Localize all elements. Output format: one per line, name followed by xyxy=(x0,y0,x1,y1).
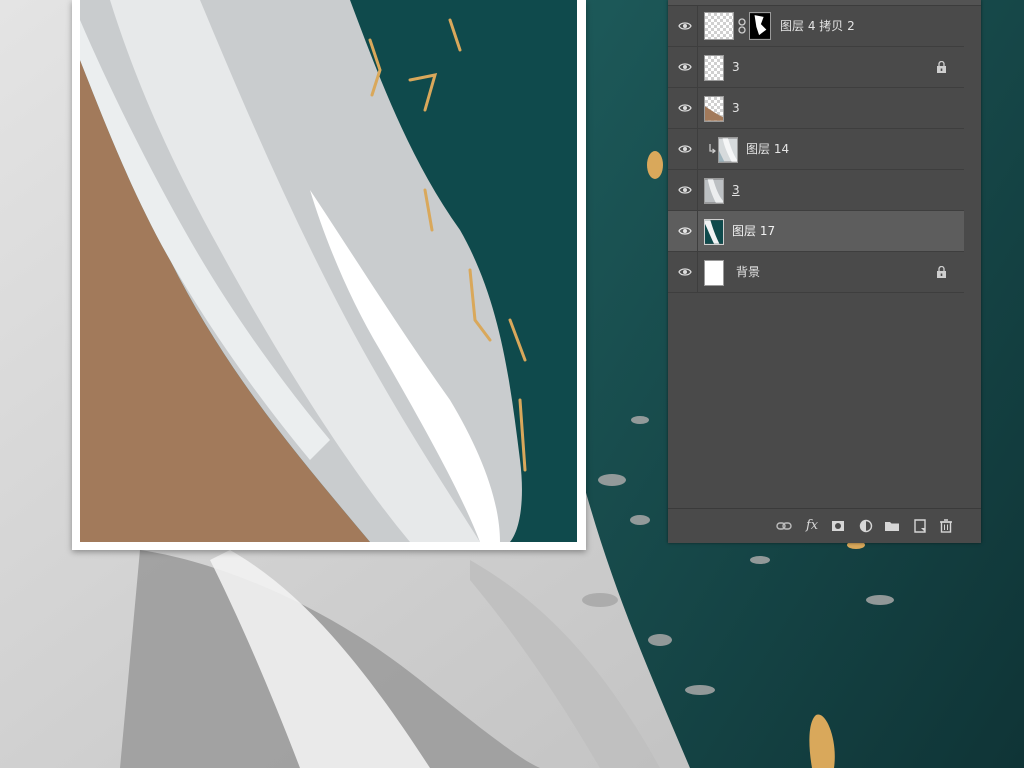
layer-thumbnail[interactable] xyxy=(704,12,734,40)
layer-mask-thumbnail[interactable] xyxy=(749,12,771,40)
eye-icon[interactable] xyxy=(678,101,692,115)
delete-layer-icon[interactable] xyxy=(938,518,954,534)
adjustment-layer-icon[interactable] xyxy=(858,518,874,534)
layer-thumbnail[interactable] xyxy=(704,260,724,286)
layer-name[interactable]: 3 xyxy=(732,183,740,197)
layer-row[interactable]: 3 xyxy=(668,88,964,129)
row-divider xyxy=(697,252,698,292)
row-divider xyxy=(697,129,698,169)
layer-thumbnail[interactable] xyxy=(704,219,724,245)
eye-icon[interactable] xyxy=(678,60,692,74)
layer-row-selected[interactable]: 图层 17 xyxy=(668,211,964,252)
layer-name[interactable]: 3 xyxy=(732,60,740,74)
row-divider xyxy=(697,211,698,251)
link-layers-icon[interactable] xyxy=(776,518,792,534)
layer-name[interactable]: 背景 xyxy=(736,265,760,279)
row-divider xyxy=(697,6,698,46)
layer-thumbnail[interactable] xyxy=(704,55,724,81)
layer-row[interactable]: 图层 14 xyxy=(668,129,964,170)
lock-icon xyxy=(937,61,946,73)
new-group-icon[interactable] xyxy=(884,518,900,534)
fx-icon[interactable]: fx xyxy=(806,518,818,534)
row-divider xyxy=(697,88,698,128)
layer-row[interactable]: 图层 4 拷贝 2 xyxy=(668,6,964,47)
layer-name[interactable]: 3 xyxy=(732,101,740,115)
add-mask-icon[interactable] xyxy=(830,518,846,534)
clipping-arrow-icon xyxy=(709,144,716,154)
row-divider xyxy=(697,47,698,87)
layer-name[interactable]: 图层 14 xyxy=(746,142,789,156)
eye-icon[interactable] xyxy=(678,19,692,33)
row-divider xyxy=(697,170,698,210)
eye-icon[interactable] xyxy=(678,183,692,197)
abstract-painting xyxy=(80,0,577,542)
new-layer-icon[interactable] xyxy=(912,518,928,534)
layer-name[interactable]: 图层 4 拷贝 2 xyxy=(780,19,855,33)
layer-thumbnail[interactable] xyxy=(704,178,724,204)
layers-panel: 图层 4 拷贝 2 3 3 图层 14 3 图层 17 背景 fx xyxy=(668,0,981,543)
lock-icon xyxy=(937,266,946,278)
layer-row[interactable]: 背景 xyxy=(668,252,964,293)
layer-thumbnail[interactable] xyxy=(718,137,738,163)
eye-icon[interactable] xyxy=(678,265,692,279)
eye-icon[interactable] xyxy=(678,142,692,156)
layer-row[interactable]: 3 xyxy=(668,47,964,88)
layer-row[interactable]: 3 xyxy=(668,170,964,211)
layer-thumbnail[interactable] xyxy=(704,96,724,122)
layers-panel-footer: fx xyxy=(668,508,981,543)
layer-name[interactable]: 图层 17 xyxy=(732,224,775,238)
eye-icon[interactable] xyxy=(678,224,692,238)
mask-link-icon[interactable] xyxy=(737,18,747,34)
